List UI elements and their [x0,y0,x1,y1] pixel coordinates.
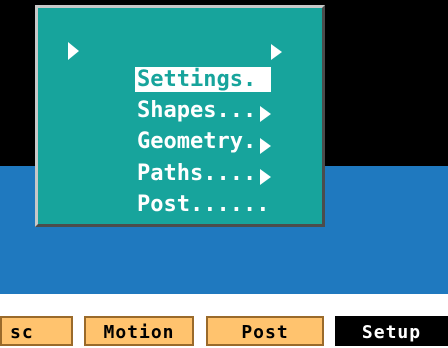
menu-item-geometry[interactable]: Geometry.. [84,100,322,154]
menu-item-post[interactable]: Post...... [84,163,322,217]
submenu-arrow-icon [260,138,271,154]
tab-setup[interactable]: Setup [335,316,448,346]
menu-item-shapes[interactable]: Shapes.... [84,69,322,123]
menu-item-paths[interactable]: Paths..... [84,132,322,186]
setup-menu: Settings.. Shapes.... Geometry.. Paths..… [35,5,325,227]
submenu-arrow-icon [271,44,282,60]
menu-item-settings[interactable]: Settings.. [84,38,322,92]
tab-misc[interactable]: sc [0,316,73,346]
submenu-arrow-icon [260,75,271,91]
submenu-arrow-icon [260,169,271,185]
selection-pointer-icon [68,42,79,60]
tab-motion[interactable]: Motion [84,316,194,346]
submenu-arrow-icon [260,106,271,122]
menu-item-label: Post...... [136,192,270,217]
tab-post[interactable]: Post [206,316,324,346]
